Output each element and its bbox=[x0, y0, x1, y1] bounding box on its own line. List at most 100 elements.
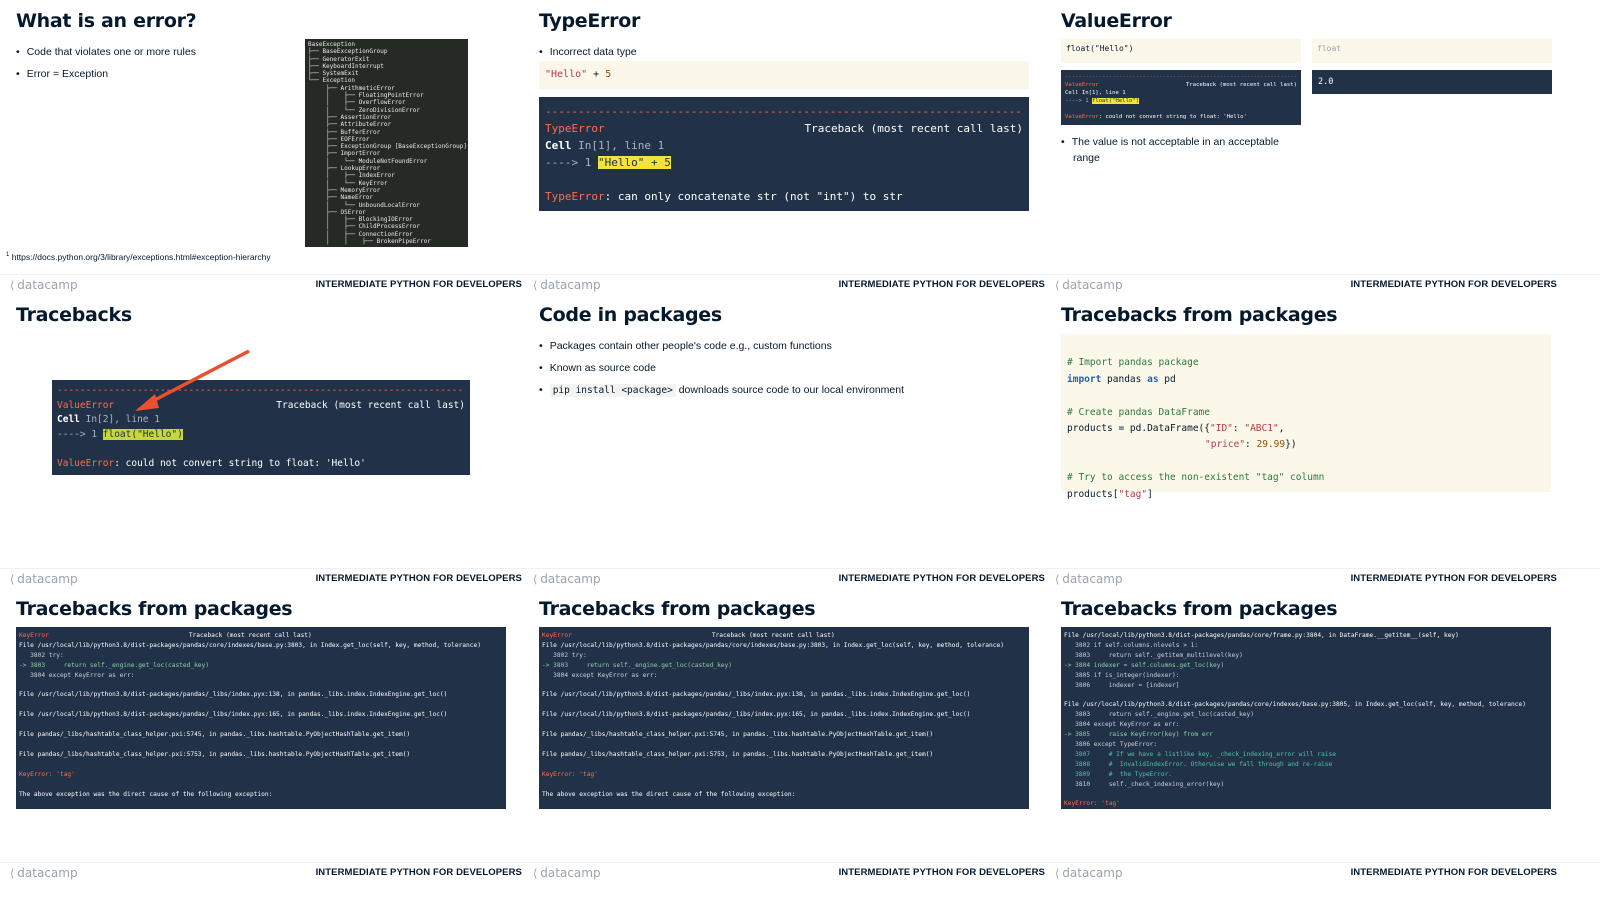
traceback-line: 3804 except KeyError as err: bbox=[542, 671, 658, 679]
tree-line: ├── GeneratorExit bbox=[308, 55, 370, 63]
tree-line: ├── NameError bbox=[308, 194, 374, 202]
traceback-line: 3804 except KeyError as err: bbox=[19, 671, 135, 679]
traceback-line: 3806 indexer = [indexer] bbox=[1064, 681, 1180, 689]
bullet-list: Incorrect data type bbox=[539, 41, 637, 63]
traceback-line: File pandas/_libs/hashtable_class_helper… bbox=[19, 731, 411, 739]
traceback-line: 3806 except TypeError: bbox=[1064, 740, 1158, 748]
bullet: pip install <package> downloads source c… bbox=[539, 379, 904, 402]
tree-line: │ │ ├── BrokenPipeError bbox=[308, 238, 431, 246]
tree-line: ├── ArithmeticError bbox=[308, 84, 395, 92]
bullet: Code that violates one or more rules bbox=[16, 41, 196, 63]
datacamp-logo: ⟨ datacamp bbox=[533, 572, 601, 586]
slide-footer: ⟨ datacamp INTERMEDIATE PYTHON FOR DEVELO… bbox=[0, 862, 533, 880]
tree-line: │ └── UnboundLocalError bbox=[308, 201, 420, 209]
slide-title: Tracebacks from packages bbox=[1061, 304, 1338, 326]
slide-footer: ⟨ datacamp INTERMEDIATE PYTHON FOR DEVELO… bbox=[1045, 274, 1600, 292]
output-block: 2.0 bbox=[1312, 70, 1552, 94]
traceback-line bbox=[19, 780, 503, 790]
slide-footer: ⟨ datacamp INTERMEDIATE PYTHON FOR DEVELO… bbox=[523, 862, 1056, 880]
traceback-block: ----------------------------------------… bbox=[1061, 70, 1301, 125]
datacamp-logo: ⟨ datacamp bbox=[10, 572, 78, 586]
slide-footer: ⟨ datacamp INTERMEDIATE PYTHON FOR DEVELO… bbox=[523, 568, 1056, 586]
traceback-line: File pandas/_libs/hashtable_class_helper… bbox=[19, 750, 411, 758]
traceback-line: 3807 # If we have a listlike key, _check… bbox=[1064, 750, 1336, 758]
bullet: Incorrect data type bbox=[539, 41, 637, 63]
course-title: INTERMEDIATE PYTHON FOR DEVELOPERS bbox=[1350, 573, 1557, 584]
slide-tracebacks: Tracebacks -----------------------------… bbox=[0, 294, 533, 594]
bullet: Error = Exception bbox=[16, 63, 196, 85]
slide-grid: What is an error? Code that violates one… bbox=[0, 0, 1600, 899]
tree-line: ├── BaseExceptionGroup bbox=[308, 48, 388, 56]
traceback-block: File /usr/local/lib/python3.8/dist-packa… bbox=[1061, 627, 1551, 809]
traceback-line: KeyError: 'tag' bbox=[1064, 800, 1120, 808]
traceback-line: -> 3805 raise KeyError(key) from err bbox=[1064, 731, 1214, 739]
traceback-block: ----------------------------------------… bbox=[52, 380, 470, 475]
traceback-line: File /usr/local/lib/python3.8/dist-packa… bbox=[19, 711, 448, 719]
traceback-line bbox=[542, 681, 1026, 691]
traceback-block: ----------------------------------------… bbox=[539, 97, 1029, 211]
datacamp-logo: ⟨ datacamp bbox=[1055, 866, 1123, 880]
datacamp-logo: ⟨ datacamp bbox=[533, 866, 601, 880]
traceback-block: KeyError Traceback (most recent call last… bbox=[539, 627, 1029, 809]
traceback-line: KeyError: 'tag' bbox=[542, 770, 598, 778]
slide-valueerror: ValueError float("Hello") float 2.0 ----… bbox=[1045, 0, 1600, 300]
traceback-line: KeyError Traceback (most recent call last… bbox=[19, 632, 312, 639]
footnote[interactable]: 1 https://docs.python.org/3/library/exce… bbox=[6, 252, 271, 262]
slide-title: TypeError bbox=[539, 10, 641, 32]
datacamp-logo: ⟨ datacamp bbox=[533, 278, 601, 292]
course-title: INTERMEDIATE PYTHON FOR DEVELOPERS bbox=[838, 867, 1045, 878]
traceback-line bbox=[1064, 690, 1548, 700]
code-block: "Hello" + 5 bbox=[539, 61, 1029, 89]
datacamp-mark-icon: ⟨ bbox=[10, 279, 15, 292]
slide-footer: ⟨ datacamp INTERMEDIATE PYTHON FOR DEVELO… bbox=[0, 568, 533, 586]
course-title: INTERMEDIATE PYTHON FOR DEVELOPERS bbox=[315, 867, 522, 878]
traceback-line: -> 3803 return self._engine.get_loc(cast… bbox=[19, 661, 209, 669]
datacamp-logo: ⟨ datacamp bbox=[10, 866, 78, 880]
tree-line: │ ├── ConnectionError bbox=[308, 230, 413, 238]
slide-title: ValueError bbox=[1061, 10, 1172, 32]
traceback-line: KeyError Traceback (most recent call last… bbox=[542, 632, 835, 639]
datacamp-logo: ⟨ datacamp bbox=[1055, 572, 1123, 586]
slide-tracebacks-from-packages-3: Tracebacks from packages KeyError Traceba… bbox=[523, 588, 1056, 888]
course-title: INTERMEDIATE PYTHON FOR DEVELOPERS bbox=[315, 279, 522, 290]
traceback-block: KeyError Traceback (most recent call last… bbox=[16, 627, 506, 809]
tree-line: │ ├── ChildProcessError bbox=[308, 223, 420, 231]
code-block: # Import pandas package import pandas as … bbox=[1061, 334, 1551, 500]
course-title: INTERMEDIATE PYTHON FOR DEVELOPERS bbox=[315, 573, 522, 584]
slide-tracebacks-from-packages-4: Tracebacks from packages File /usr/local… bbox=[1045, 588, 1600, 888]
traceback-line bbox=[1064, 790, 1548, 800]
tree-line: │ └── KeyError bbox=[308, 179, 388, 187]
datacamp-mark-icon: ⟨ bbox=[533, 573, 538, 586]
datacamp-mark-icon: ⟨ bbox=[10, 573, 15, 586]
traceback-line: 3802 try: bbox=[19, 651, 64, 659]
tree-line: ├── BufferError bbox=[308, 128, 381, 136]
course-title: INTERMEDIATE PYTHON FOR DEVELOPERS bbox=[1350, 867, 1557, 878]
code-block: float("Hello") bbox=[1061, 39, 1301, 63]
traceback-line: File /usr/local/lib/python3.8/dist-packa… bbox=[542, 691, 971, 699]
course-title: INTERMEDIATE PYTHON FOR DEVELOPERS bbox=[1350, 279, 1557, 290]
traceback-line: The above exception was the direct cause… bbox=[19, 790, 273, 798]
slide-title: Tracebacks from packages bbox=[16, 598, 293, 620]
traceback-line: 3809 # the TypeError. bbox=[1064, 770, 1173, 778]
traceback-line: File pandas/_libs/hashtable_class_helper… bbox=[542, 731, 934, 739]
bullet: Packages contain other people's code e.g… bbox=[539, 335, 904, 357]
datacamp-mark-icon: ⟨ bbox=[533, 867, 538, 880]
traceback-line: -> 3803 return self._engine.get_loc(cast… bbox=[542, 661, 732, 669]
bullet: Known as source code bbox=[539, 357, 904, 379]
tree-line: │ ├── OverflowError bbox=[308, 99, 406, 107]
traceback-line: File /usr/local/lib/python3.8/dist-packa… bbox=[19, 641, 481, 649]
traceback-line bbox=[542, 780, 1026, 790]
traceback-line bbox=[19, 681, 503, 691]
traceback-line bbox=[542, 740, 1026, 750]
traceback-line: File /usr/local/lib/python3.8/dist-packa… bbox=[1064, 632, 1459, 639]
traceback-line: 3803 return self._getitem_multilevel(key… bbox=[1064, 651, 1243, 659]
footnote-link[interactable]: https://docs.python.org/3/library/except… bbox=[12, 252, 271, 262]
tree-line: │ ├── IndexError bbox=[308, 172, 395, 180]
slide-footer: ⟨ datacamp INTERMEDIATE PYTHON FOR DEVELO… bbox=[1045, 568, 1600, 586]
traceback-line: 3810 self._check_indexing_error(key) bbox=[1064, 780, 1225, 788]
datacamp-mark-icon: ⟨ bbox=[1055, 279, 1060, 292]
traceback-line: 3808 # InvalidIndexError. Otherwise we f… bbox=[1064, 760, 1333, 768]
traceback-line bbox=[542, 700, 1026, 710]
exception-hierarchy-tree: BaseException ├── BaseExceptionGroup ├── G… bbox=[305, 39, 468, 247]
slide-title: Tracebacks from packages bbox=[1061, 598, 1338, 620]
